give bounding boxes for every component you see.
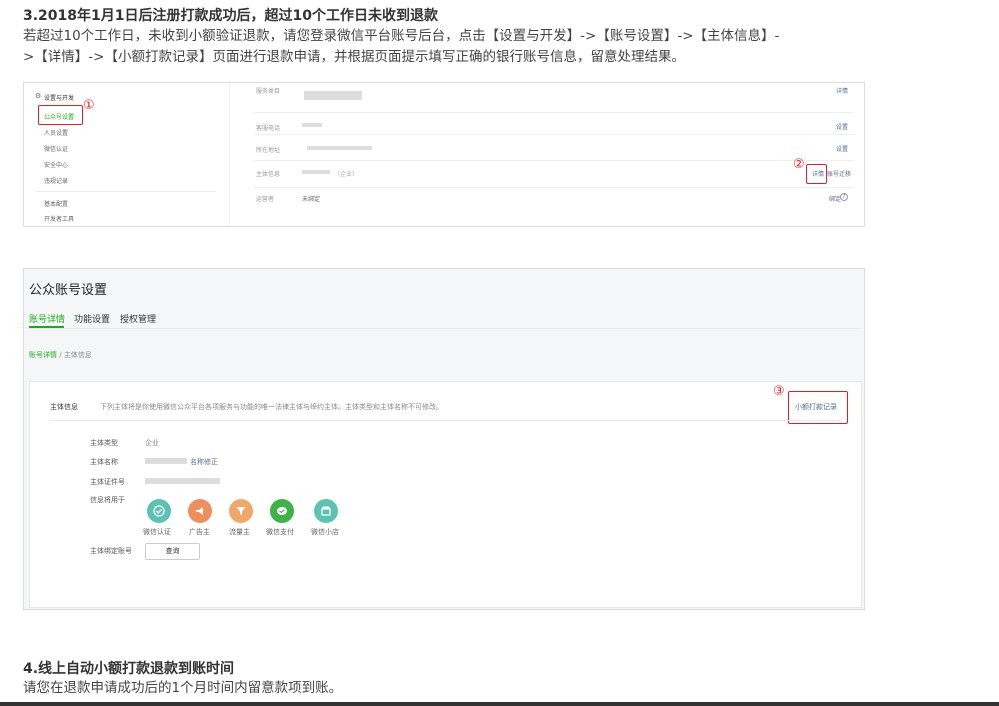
entity-type-label: 主体类型: [90, 439, 118, 447]
usage-pay: 微信支付: [266, 528, 294, 536]
screenshot-entity-info: 公众账号设置 账号详情 功能设置 授权管理 账号详情 / 主体信息 主体信息 下…: [23, 268, 865, 610]
row-label-category: 服务类目: [256, 88, 281, 95]
sidebar-item-dev-tools[interactable]: 开发者工具: [44, 214, 74, 223]
name-correction-link[interactable]: 名称修正: [190, 457, 218, 467]
sidebar-item-verify[interactable]: 微信认证: [44, 144, 68, 153]
section3-line2: >【详情】->【小额打款记录】页面进行退款申请，并根据页面提示填写正确的银行账号…: [23, 49, 685, 65]
query-button[interactable]: 查询: [145, 543, 200, 560]
row-label-operator: 运营者: [256, 196, 275, 203]
usage-publisher: 流量主: [229, 528, 250, 536]
row-action-phone[interactable]: 设置: [836, 122, 848, 131]
row-label-entity: 主体信息: [256, 171, 281, 178]
sidebar-item-basic-config[interactable]: 基本配置: [44, 199, 68, 208]
sidebar-item-security[interactable]: 安全中心: [44, 160, 68, 169]
highlight-1: [38, 105, 83, 125]
panel-description: 下列主体将是你使用微信公众平台各项服务与功能的唯一法律主体与缔约主体。主体类型和…: [100, 403, 443, 411]
section4-line1: 请您在退款申请成功后的1个月时间内留意款项到账。: [23, 680, 343, 696]
section4-title: 4.线上自动小额打款退款到账时间: [23, 661, 235, 677]
usage-label: 信息将用于: [90, 496, 125, 504]
tab-account-details[interactable]: 账号详情: [29, 312, 65, 325]
help-icon[interactable]: ?: [840, 193, 848, 201]
entity-panel: 主体信息 下列主体将是你使用微信公众平台各项服务与功能的唯一法律主体与缔约主体。…: [29, 381, 862, 608]
wechat-pay-icon: [270, 499, 294, 523]
row-label-address: 所在地址: [256, 147, 281, 154]
breadcrumb-sep: /: [57, 351, 64, 359]
gear-icon: ⚙: [35, 92, 42, 100]
breadcrumb-link[interactable]: 账号详情: [29, 351, 57, 359]
account-migrate-link[interactable]: 账号迁移: [827, 169, 851, 178]
sidebar-item-staff[interactable]: 人员设置: [44, 128, 68, 137]
tab-feature-settings[interactable]: 功能设置: [74, 312, 110, 325]
breadcrumb-current: 主体信息: [63, 351, 92, 359]
row-label-phone: 客服电话: [256, 125, 281, 132]
highlight-2: [806, 164, 827, 184]
screenshot-account-settings: ⚙ 设置与开发 公众号设置 人员设置 微信认证 安全中心 违规记录 基本配置 开…: [23, 82, 865, 227]
row-action-category[interactable]: 详情: [836, 86, 848, 95]
section3-line1: 若超过10个工作日，未收到小额验证退款，请您登录微信平台账号后台，点击【设置与开…: [23, 28, 780, 44]
row-operator-value: 未绑定: [302, 196, 321, 203]
marker-3: ③: [773, 384, 785, 399]
marker-2: ②: [793, 157, 805, 172]
entity-type-value: 企业: [145, 439, 159, 447]
usage-verify: 微信认证: [143, 528, 171, 536]
verify-check-icon: [147, 499, 171, 523]
tab-auth-management[interactable]: 授权管理: [120, 312, 156, 325]
cert-number-label: 主体证件号: [90, 478, 125, 486]
small-payment-record-link[interactable]: 小额打款记录: [795, 402, 837, 412]
row-action-address[interactable]: 设置: [836, 144, 848, 153]
panel-label: 主体信息: [50, 403, 78, 411]
sidebar-item-violations[interactable]: 违规记录: [44, 176, 68, 185]
bottom-divider: [0, 702, 999, 706]
section3-title: 3.2018年1月1日后注册打款成功后，超过10个工作日未收到退款: [23, 8, 438, 24]
usage-advertiser: 广告主: [189, 528, 210, 536]
breadcrumb: 账号详情 / 主体信息: [29, 350, 92, 360]
sidebar-group-title: 设置与开发: [44, 95, 75, 102]
funnel-icon: [229, 499, 253, 523]
row-entity-type: （企业）: [334, 171, 359, 178]
marker-1: ①: [83, 98, 95, 113]
shop-icon: [314, 499, 338, 523]
page-title: 公众账号设置: [29, 283, 108, 298]
megaphone-icon: [188, 499, 212, 523]
usage-shop: 微信小店: [311, 528, 339, 536]
entity-name-label: 主体名称: [90, 458, 118, 466]
bound-account-label: 主体绑定账号: [90, 547, 132, 555]
